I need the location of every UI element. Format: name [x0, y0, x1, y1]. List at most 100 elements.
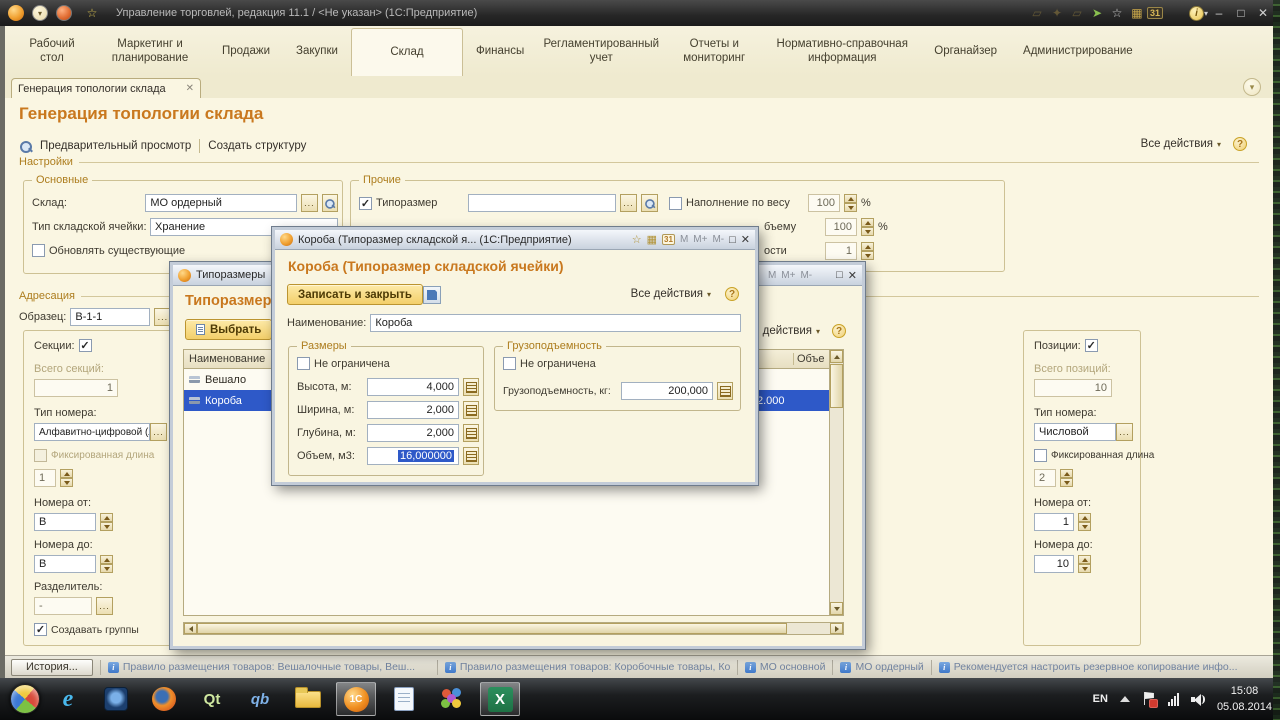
capacity-unlimited-checkbox[interactable]: [503, 357, 516, 370]
calculator-button[interactable]: [463, 401, 479, 419]
fixed-length-input[interactable]: 2: [1034, 469, 1056, 487]
start-button[interactable]: [10, 684, 40, 714]
calculator-button[interactable]: [463, 424, 479, 442]
calculator-icon[interactable]: ▦: [647, 233, 657, 246]
network-signal-icon[interactable]: [1167, 692, 1179, 706]
capacity-kg-input[interactable]: 200,000: [621, 382, 713, 400]
numbers-to-input[interactable]: В: [34, 555, 96, 573]
fill-by-weight-spinner[interactable]: [844, 194, 857, 212]
calendar-icon[interactable]: 31: [662, 234, 675, 245]
calculator-button[interactable]: [463, 447, 479, 465]
memory-button[interactable]: М: [680, 234, 688, 245]
go-to-link-icon[interactable]: ➤: [1087, 6, 1107, 20]
separator-select-button[interactable]: ...: [96, 597, 113, 615]
capacity-spinner[interactable]: [861, 242, 874, 260]
number-type-input[interactable]: Числовой: [1034, 423, 1116, 441]
close-button[interactable]: ✕: [1252, 6, 1274, 20]
fill-by-weight-checkbox[interactable]: [669, 196, 682, 210]
memory-minus-button[interactable]: М-: [712, 234, 724, 245]
capacity-input[interactable]: 1: [825, 242, 857, 260]
taskbar-excel-icon-active[interactable]: X: [480, 682, 520, 716]
taskbar-ie-icon[interactable]: e: [48, 682, 88, 716]
separator-input[interactable]: -: [34, 597, 92, 615]
typesize-select-button[interactable]: ...: [620, 194, 637, 212]
numbers-to-spinner[interactable]: [100, 555, 113, 573]
taskbar-firefox-icon[interactable]: [144, 682, 184, 716]
info-button[interactable]: i: [1188, 5, 1204, 21]
save-icon-button[interactable]: [423, 286, 441, 304]
taskbar-molecule-icon[interactable]: [432, 682, 472, 716]
favorites-star-icon[interactable]: ☆: [82, 6, 102, 20]
fill-by-volume-input[interactable]: 100: [825, 218, 857, 236]
fixed-length-spinner[interactable]: [60, 469, 73, 487]
total-positions-input[interactable]: 10: [1034, 379, 1112, 397]
warehouse-search-button[interactable]: [321, 194, 339, 212]
typesize-input[interactable]: [468, 194, 616, 212]
scroll-left-icon[interactable]: [184, 623, 197, 634]
calculator-button[interactable]: [717, 382, 733, 400]
sizes-unlimited-checkbox[interactable]: [297, 357, 310, 370]
minimize-button[interactable]: –: [1208, 6, 1230, 20]
volume-input[interactable]: 16,000000: [367, 447, 459, 465]
tab-close-icon[interactable]: ✕: [186, 83, 194, 94]
menu-tab-sales[interactable]: Продажи: [209, 26, 283, 76]
scroll-thumb[interactable]: [830, 364, 843, 408]
numbers-from-spinner[interactable]: [100, 513, 113, 531]
warehouse-select-button[interactable]: ...: [301, 194, 318, 212]
taskbar-folder-icon[interactable]: [288, 682, 328, 716]
history-button[interactable]: История...: [11, 658, 93, 676]
fixed-length-checkbox[interactable]: [34, 449, 47, 462]
calculator-button[interactable]: [463, 378, 479, 396]
help-button[interactable]: ?: [832, 324, 846, 338]
status-mo-main[interactable]: i МО основной: [744, 661, 825, 673]
warehouse-input[interactable]: МО ордерный: [145, 194, 298, 212]
calendar-icon[interactable]: 31: [1146, 7, 1163, 19]
action-center-flag-icon[interactable]: [1142, 692, 1158, 708]
memory-minus-button[interactable]: М-: [800, 270, 812, 281]
positions-checkbox[interactable]: ✓: [1084, 339, 1098, 352]
numbers-from-spinner[interactable]: [1078, 513, 1091, 531]
menu-tab-administration[interactable]: Администрирование: [1010, 26, 1146, 76]
number-type-select-button[interactable]: ...: [150, 423, 167, 441]
numbers-to-input[interactable]: 10: [1034, 555, 1074, 573]
width-input[interactable]: 2,000: [367, 401, 459, 419]
numbers-from-input[interactable]: В: [34, 513, 96, 531]
fixed-length-spinner[interactable]: [1060, 469, 1073, 487]
scroll-down-icon[interactable]: [830, 602, 843, 615]
memory-plus-button[interactable]: М+: [693, 234, 707, 245]
language-indicator[interactable]: EN: [1093, 693, 1108, 705]
close-button[interactable]: ✕: [741, 233, 750, 246]
menu-tab-master-data[interactable]: Нормативно-справочная информация: [763, 26, 921, 76]
menu-tab-desktop[interactable]: Рабочий стол: [13, 26, 91, 76]
menu-tab-finance[interactable]: Финансы: [463, 26, 537, 76]
sections-checkbox[interactable]: ✓: [78, 339, 92, 352]
status-backup-recommendation[interactable]: i Рекомендуется настроить резервное копи…: [938, 661, 1257, 673]
fill-by-weight-input[interactable]: 100: [808, 194, 840, 212]
all-actions-button[interactable]: Все действия ▾: [1141, 138, 1221, 150]
status-mo-order[interactable]: i МО ордерный: [840, 661, 924, 673]
name-input[interactable]: Короба: [370, 314, 741, 332]
memory-button[interactable]: М: [768, 270, 776, 281]
clock[interactable]: 15:08 05.08.2014: [1217, 683, 1272, 716]
sample-select-button[interactable]: ...: [154, 308, 172, 326]
status-placement-rule-hanging[interactable]: i Правило размещения товаров: Вешалочные…: [107, 661, 430, 673]
numbers-from-input[interactable]: 1: [1034, 513, 1074, 531]
preview-button[interactable]: Предварительный просмотр: [40, 140, 191, 152]
menu-tab-reports[interactable]: Отчеты и мониторинг: [665, 26, 763, 76]
fixed-length-checkbox[interactable]: [1034, 449, 1047, 462]
column-volume[interactable]: Объе: [793, 353, 829, 365]
menu-tab-regulated-accounting[interactable]: Регламентированный учет: [537, 26, 665, 76]
all-actions-button[interactable]: Все действия ▾: [631, 288, 711, 300]
create-groups-checkbox[interactable]: ✓: [34, 623, 47, 636]
numbers-to-spinner[interactable]: [1078, 555, 1091, 573]
add-favorite-icon[interactable]: ☆: [1107, 6, 1127, 20]
hidden-icons-chevron[interactable]: [1119, 696, 1130, 702]
tab-list-chevron-button[interactable]: ▾: [1243, 78, 1261, 96]
save-and-close-button[interactable]: Записать и закрыть: [287, 284, 423, 305]
restore-button[interactable]: □: [1230, 6, 1252, 20]
main-menu-button[interactable]: ▾: [32, 5, 48, 21]
maximize-button[interactable]: □: [729, 234, 736, 246]
number-type-select-button[interactable]: ...: [1116, 423, 1133, 441]
taskbar-qt-icon[interactable]: Qt: [192, 682, 232, 716]
calculator-icon[interactable]: ▦: [1127, 6, 1147, 20]
